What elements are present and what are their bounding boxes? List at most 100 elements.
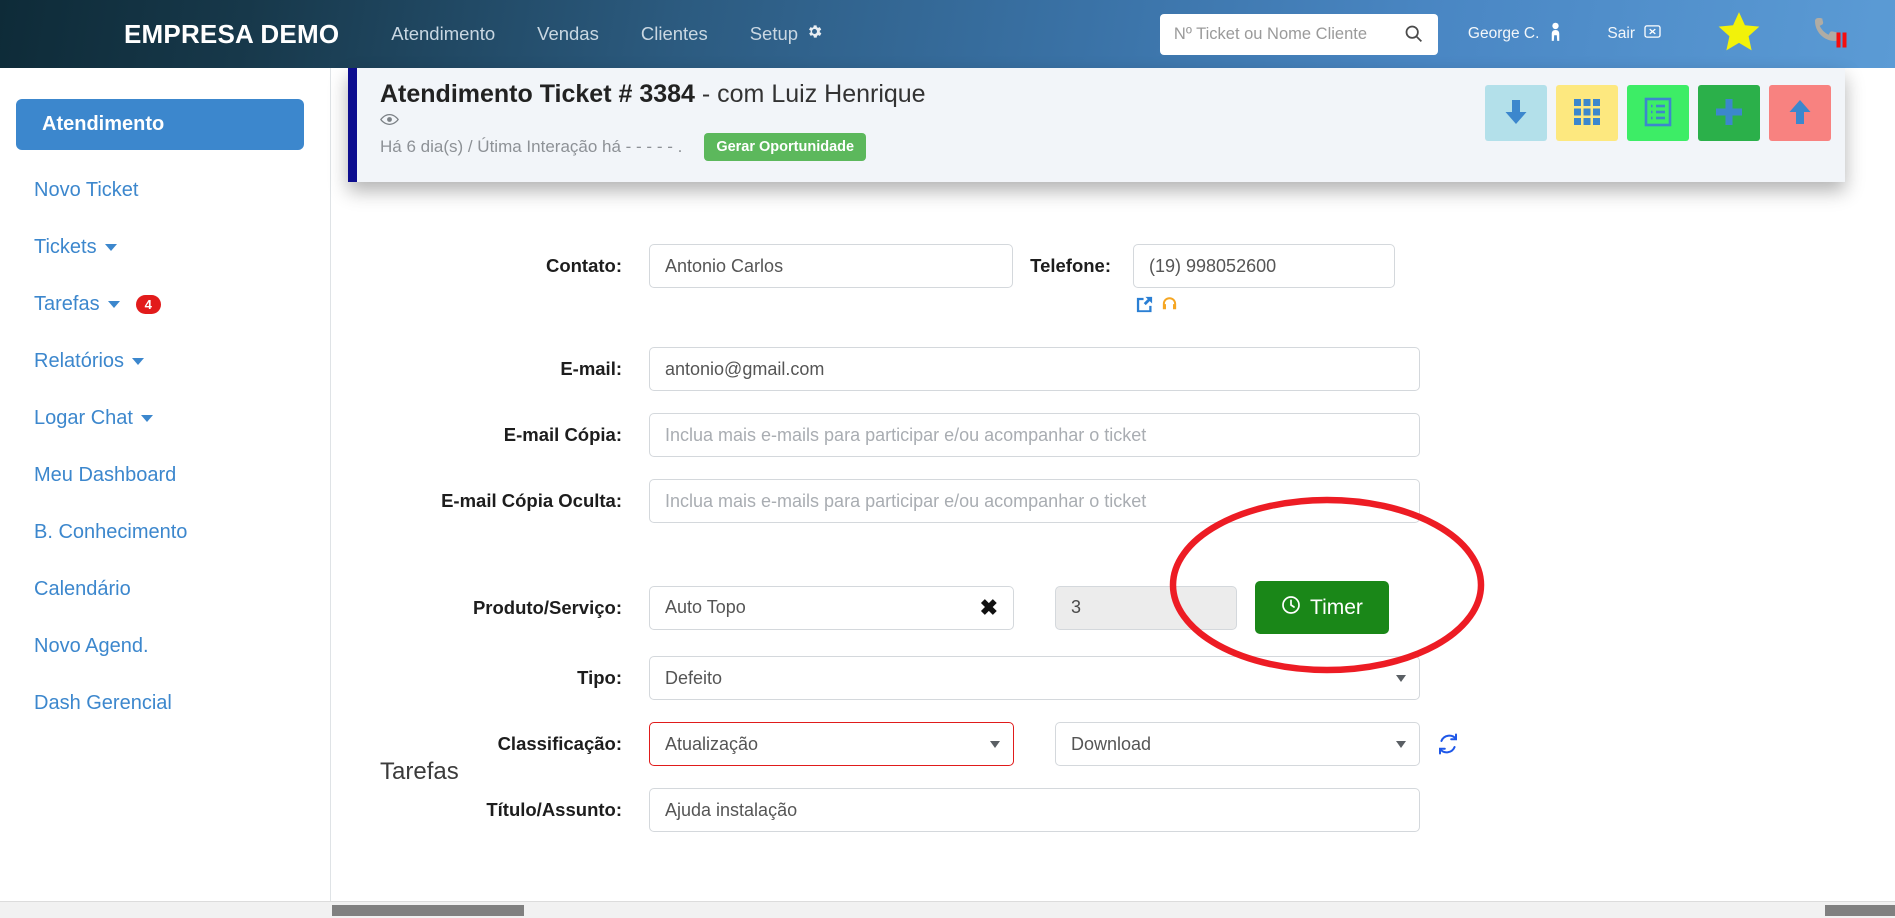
sidebar-item-b-conhecimento[interactable]: B. Conhecimento xyxy=(0,515,330,549)
field-contato xyxy=(649,244,1013,288)
sidebar-item-label: Calendário xyxy=(34,577,131,600)
tipo-select[interactable] xyxy=(649,656,1420,700)
sidebar-item-tarefas[interactable]: Tarefas 4 xyxy=(0,287,330,321)
sidebar: Atendimento Novo Ticket Tickets Tarefas … xyxy=(0,68,331,918)
row-email: E-mail: xyxy=(332,347,1845,391)
field-email-copia-oculta xyxy=(649,479,1420,523)
titulo-input[interactable] xyxy=(649,788,1420,832)
logout-label: Sair xyxy=(1607,25,1635,42)
field-classificacao xyxy=(649,722,1014,766)
field-email-copia xyxy=(649,413,1420,457)
label-email: E-mail: xyxy=(560,358,622,379)
produto-input[interactable] xyxy=(649,585,1014,630)
arrow-down-icon xyxy=(1503,97,1529,130)
sidebar-item-label: Novo Agend. xyxy=(34,634,149,657)
sidebar-item-label: Novo Ticket xyxy=(34,178,139,201)
quantidade-input[interactable] xyxy=(1055,585,1237,630)
sidebar-item-novo-ticket[interactable]: Novo Ticket xyxy=(0,173,330,207)
brand-logo[interactable]: EMPRESA DEMO xyxy=(124,19,339,50)
field-titulo xyxy=(649,788,1420,832)
app-root: EMPRESA DEMO Atendimento Vendas Clientes… xyxy=(0,0,1895,918)
clock-icon xyxy=(1281,595,1301,621)
email-copia-input[interactable] xyxy=(649,413,1420,457)
label-produto: Produto/Serviço: xyxy=(472,596,622,618)
arrow-up-icon xyxy=(1787,97,1813,130)
ticket-title-rest: - com Luiz Henrique xyxy=(694,80,926,108)
user-menu[interactable]: George C. xyxy=(1468,22,1564,46)
row-produto: Produto/Serviço: ✖ Timer xyxy=(332,581,1845,634)
field-tipo xyxy=(649,656,1420,700)
main-content: Contato: Telefone: xyxy=(332,68,1895,918)
row-tipo: Tipo: xyxy=(332,656,1845,700)
hscroll-thumb-right[interactable] xyxy=(1825,905,1895,916)
sidebar-item-meu-dashboard[interactable]: Meu Dashboard xyxy=(0,458,330,492)
classificacao2-select[interactable] xyxy=(1055,722,1420,766)
ticket-header-panel: Atendimento Ticket # 3384 - com Luiz Hen… xyxy=(348,68,1845,182)
label-email-copia: E-mail Cópia: xyxy=(503,424,622,445)
headset-icon[interactable] xyxy=(1160,295,1179,319)
gear-icon xyxy=(806,23,823,45)
horizontal-scrollbar[interactable] xyxy=(332,901,1895,918)
sidebar-item-label: Dash Gerencial xyxy=(34,691,172,714)
sidebar-item-calendario[interactable]: Calendário xyxy=(0,572,330,606)
nav-item-clientes[interactable]: Clientes xyxy=(641,23,708,45)
nav-label: Clientes xyxy=(640,23,708,44)
sidebar-item-logar-chat[interactable]: Logar Chat xyxy=(0,401,330,435)
nav-item-atendimento[interactable]: Atendimento xyxy=(391,23,495,45)
ticket-action-buttons xyxy=(1485,85,1831,141)
logout-button[interactable]: Sair xyxy=(1607,24,1661,44)
email-input[interactable] xyxy=(649,347,1420,391)
row-email-copia: E-mail Cópia: xyxy=(332,413,1845,457)
sidebar-item-relatorios[interactable]: Relatórios xyxy=(0,344,330,378)
classificacao-select[interactable] xyxy=(649,722,1014,766)
field-produto: ✖ xyxy=(649,585,1014,630)
grid-button[interactable] xyxy=(1556,85,1618,141)
row-classificacao: Classificação: xyxy=(332,722,1845,766)
hscroll-thumb-left[interactable] xyxy=(332,905,524,916)
field-email xyxy=(649,347,1420,391)
user-name-label: George C. xyxy=(1467,25,1540,42)
nav-label: Atendimento xyxy=(391,23,496,44)
upload-button[interactable] xyxy=(1769,85,1831,141)
row-contato: Contato: Telefone: xyxy=(332,244,1845,319)
ticket-header-body: Atendimento Ticket # 3384 - com Luiz Hen… xyxy=(357,68,1845,182)
label-titulo: Título/Assunto: xyxy=(486,799,622,820)
sidebar-item-novo-agend[interactable]: Novo Agend. xyxy=(0,629,330,663)
external-link-icon[interactable] xyxy=(1135,295,1154,319)
field-quantidade xyxy=(1055,585,1237,630)
nav-item-setup[interactable]: Setup xyxy=(750,23,823,45)
search-icon[interactable] xyxy=(1403,23,1424,44)
sidebar-item-label: B. Conhecimento xyxy=(34,520,188,543)
nav-label: Setup xyxy=(749,23,799,44)
gerar-oportunidade-button[interactable]: Gerar Oportunidade xyxy=(704,133,867,161)
plus-icon xyxy=(1715,98,1743,129)
sidebar-item-atendimento[interactable]: Atendimento xyxy=(16,99,304,150)
ticket-form: Contato: Telefone: xyxy=(332,244,1845,854)
form-list-button[interactable] xyxy=(1627,85,1689,141)
top-navbar: EMPRESA DEMO Atendimento Vendas Clientes… xyxy=(0,0,1895,68)
search-box[interactable] xyxy=(1159,13,1438,55)
email-copia-oculta-input[interactable] xyxy=(649,479,1420,523)
nav-item-vendas[interactable]: Vendas xyxy=(537,23,599,45)
refresh-icon[interactable] xyxy=(1436,732,1460,761)
contato-input[interactable] xyxy=(649,244,1013,288)
sidebar-item-dash-gerencial[interactable]: Dash Gerencial xyxy=(0,686,330,720)
field-telefone xyxy=(1133,244,1395,319)
sidebar-item-label: Meu Dashboard xyxy=(34,463,177,486)
accent-bar xyxy=(348,68,357,182)
add-button[interactable] xyxy=(1698,85,1760,141)
grid-icon xyxy=(1573,98,1601,129)
phone-paused-icon[interactable] xyxy=(1807,10,1851,59)
list-form-icon xyxy=(1644,97,1672,130)
telefone-input[interactable] xyxy=(1133,244,1395,288)
search-input[interactable] xyxy=(1173,14,1402,54)
sidebar-item-tickets[interactable]: Tickets xyxy=(0,230,330,264)
download-button[interactable] xyxy=(1485,85,1547,141)
tarefas-badge: 4 xyxy=(135,294,161,314)
star-icon[interactable] xyxy=(1715,9,1763,60)
timer-button[interactable]: Timer xyxy=(1255,581,1389,634)
telefone-actions xyxy=(1135,295,1395,319)
ticket-meta-text: Há 6 dia(s) / Útima Interação há - - - -… xyxy=(380,137,683,156)
clear-x-icon[interactable]: ✖ xyxy=(980,596,998,619)
label-telefone: Telefone: xyxy=(1030,255,1111,276)
